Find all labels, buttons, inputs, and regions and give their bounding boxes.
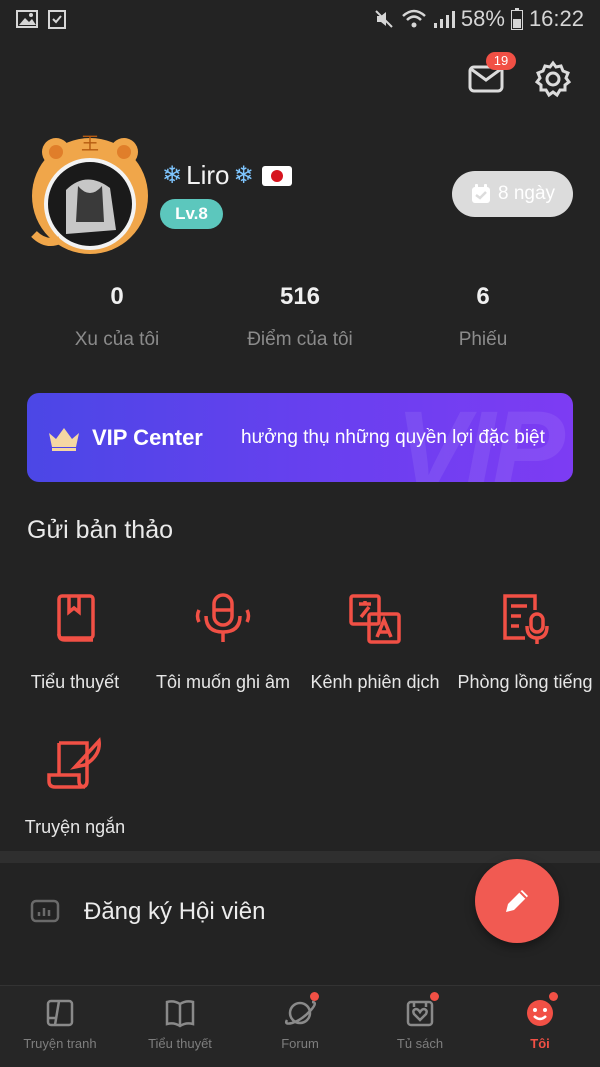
smile-icon	[527, 1000, 553, 1026]
gallery-icon	[16, 9, 38, 34]
nav-label: Tôi	[530, 1036, 550, 1051]
tool-label: Kênh phiên dịch	[310, 672, 440, 692]
tool-record[interactable]: Tôi muốn ghi âm	[148, 590, 298, 693]
nav-bookshelf[interactable]: Tủ sách	[360, 986, 480, 1067]
vip-subtitle: hưởng thụ những quyền lợi đặc biệt	[241, 427, 545, 448]
nav-forum[interactable]: Forum	[240, 986, 360, 1067]
status-bar: 58% 16:22	[0, 0, 600, 40]
clock: 16:22	[528, 6, 584, 31]
vip-center-banner[interactable]: VIP VIP Center hưởng thụ những quyền lợi…	[27, 393, 573, 482]
dubbing-icon	[503, 594, 549, 644]
tool-label: Truyện ngắn	[24, 817, 126, 837]
book-icon	[57, 594, 95, 642]
membership-card-icon	[30, 899, 60, 923]
tool-label: Tiểu thuyết	[30, 672, 120, 692]
nav-comics[interactable]: Truyện tranh	[0, 986, 120, 1067]
stat-points[interactable]: 516 Điểm của tôi	[205, 283, 395, 351]
bottom-nav: Truyện tranh Tiểu thuyết Forum Tủ sách T…	[0, 985, 600, 1067]
nav-label: Tiểu thuyết	[148, 1036, 212, 1051]
wifi-icon	[401, 8, 427, 30]
level-badge: Lv.8	[160, 199, 223, 229]
translate-icon	[349, 594, 401, 644]
membership-label: Đăng ký Hội viên	[84, 898, 266, 925]
tool-translate[interactable]: Kênh phiên dịch	[300, 590, 450, 693]
nav-me[interactable]: Tôi	[480, 986, 600, 1067]
stat-value: 0	[110, 283, 124, 310]
vip-title: VIP Center	[92, 425, 203, 450]
nav-label: Tủ sách	[396, 1036, 444, 1051]
nav-label: Truyện tranh	[23, 1036, 97, 1051]
bookshelf-icon	[406, 1000, 434, 1027]
notification-dot	[430, 992, 439, 1001]
write-fab-button[interactable]	[475, 859, 559, 943]
comic-icon	[46, 999, 74, 1027]
stat-coins[interactable]: 0 Xu của tôi	[22, 283, 212, 351]
settings-button[interactable]	[532, 58, 574, 100]
calendar-check-icon	[471, 184, 490, 203]
battery-percent: 58%	[460, 6, 505, 31]
stat-label: Phiếu	[458, 329, 508, 350]
tool-label: Phòng lồng tiếng	[457, 672, 593, 692]
svg-text:王: 王	[81, 134, 99, 155]
open-book-icon	[165, 1000, 195, 1028]
stat-value: 6	[476, 283, 490, 310]
crown-icon	[49, 428, 79, 451]
tool-novel[interactable]: Tiểu thuyết	[0, 590, 150, 693]
section-title: Gửi bản thảo	[27, 516, 173, 544]
checkin-button[interactable]: 8 ngày	[452, 171, 573, 217]
mail-badge: 19	[486, 52, 516, 70]
snowflake-icon: ❄	[233, 162, 254, 189]
tool-dubbing[interactable]: Phòng lồng tiếng	[450, 590, 600, 693]
microphone-icon	[195, 593, 251, 642]
username-row: ❄ Liro ❄	[162, 160, 292, 191]
tool-label: Tôi muốn ghi âm	[155, 672, 291, 692]
gear-icon	[534, 60, 572, 98]
stat-value: 516	[279, 283, 321, 310]
mute-icon	[373, 8, 395, 30]
username: Liro	[186, 160, 230, 190]
tool-short-story[interactable]: Truyện ngắn	[0, 735, 150, 838]
nav-label: Forum	[281, 1036, 319, 1051]
stat-label: Xu của tôi	[74, 329, 160, 350]
stat-label: Điểm của tôi	[247, 329, 353, 350]
snowflake-icon: ❄	[162, 162, 183, 189]
planet-icon	[284, 1000, 316, 1025]
avatar[interactable]: 王	[26, 130, 154, 258]
nav-novels[interactable]: Tiểu thuyết	[120, 986, 240, 1067]
battery-icon	[510, 8, 523, 30]
notification-dot	[310, 992, 319, 1001]
pencil-icon	[506, 890, 528, 912]
task-check-icon	[48, 9, 66, 34]
japan-flag-icon	[261, 165, 292, 186]
stat-tickets[interactable]: 6 Phiếu	[388, 283, 578, 351]
signal-icon	[433, 9, 455, 29]
quill-icon	[47, 737, 101, 789]
notification-dot	[549, 992, 558, 1001]
checkin-label: 8 ngày	[497, 183, 556, 204]
